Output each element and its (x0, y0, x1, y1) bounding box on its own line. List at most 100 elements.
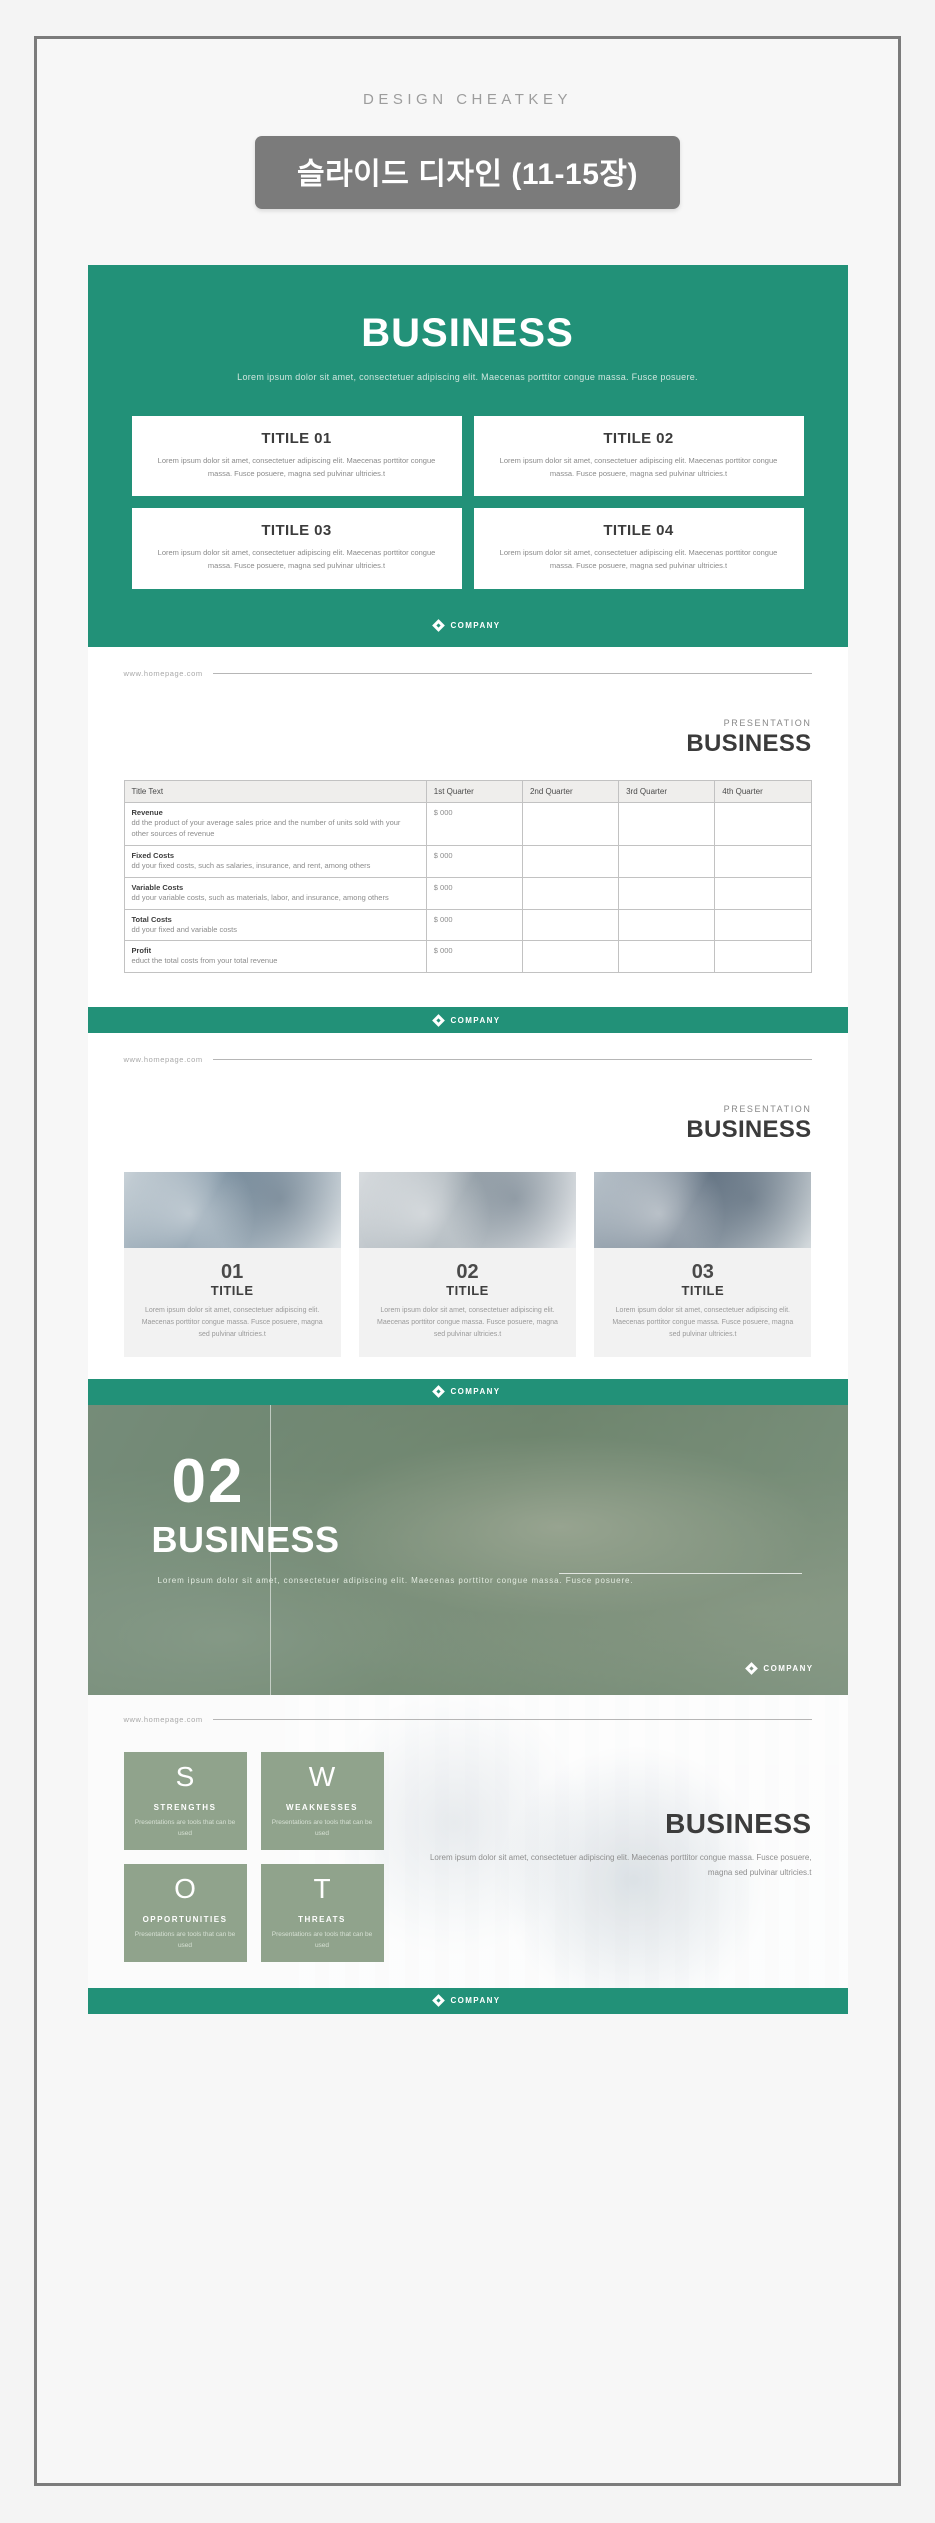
cover-title: BUSINESS (361, 311, 574, 355)
slides-stack: BUSINESS Lorem ipsum dolor sit amet, con… (87, 265, 848, 2014)
photo-number: 01 (221, 1261, 244, 1284)
cell-q4[interactable] (714, 940, 812, 974)
url-row: www.homepage.com (88, 1715, 848, 1724)
swot-desc: Presentations are tools that can be used (134, 1930, 236, 1949)
slide-section-divider[interactable]: 02 BUSINESS Lorem ipsum dolor sit amet, … (87, 1404, 848, 1695)
photo-number: 03 (691, 1261, 714, 1284)
photo-card[interactable]: 02 TITILE Lorem ipsum dolor sit amet, co… (358, 1172, 577, 1357)
swot-box-strengths[interactable]: S STRENGTHS Presentations are tools that… (123, 1751, 247, 1850)
table-row[interactable]: Profit educt the total costs from your t… (123, 940, 812, 974)
homepage-url: www.homepage.com (123, 1714, 203, 1724)
photo-grid: 01 TITILE Lorem ipsum dolor sit amet, co… (88, 1144, 848, 1357)
photo-card[interactable]: 01 TITILE Lorem ipsum dolor sit amet, co… (123, 1172, 341, 1357)
diamond-icon (432, 1994, 446, 2008)
photos-heading: PRESENTATION BUSINESS (88, 1064, 848, 1144)
cover-card[interactable]: TITILE 04 Lorem ipsum dolor sit amet, co… (473, 508, 804, 589)
photo-caption: 03 TITILE Lorem ipsum dolor sit amet, co… (594, 1248, 811, 1357)
th-title-text: Title Text (123, 780, 427, 803)
cover-card-title: TITILE 04 (603, 522, 674, 540)
slide-photo-cards[interactable]: www.homepage.com PRESENTATION BUSINESS 0… (87, 1033, 848, 1405)
cover-card-title: TITILE 02 (603, 429, 674, 447)
section-number: 02 (171, 1446, 245, 1516)
slide-footer-bar: COMPANY (87, 1987, 848, 2014)
row-label-cell: Profit educt the total costs from your t… (123, 940, 427, 974)
th-q3: 3rd Quarter (618, 780, 716, 803)
section-text-block: 02 BUSINESS Lorem ipsum dolor sit amet, … (88, 1405, 848, 1588)
cover-card-grid: TITILE 01 Lorem ipsum dolor sit amet, co… (88, 415, 848, 589)
cell-q2[interactable] (521, 802, 620, 846)
section-title: BUSINESS (151, 1518, 340, 1560)
photo-card[interactable]: 03 TITILE Lorem ipsum dolor sit amet, co… (594, 1172, 812, 1357)
cell-q1[interactable]: $ 000 (425, 802, 523, 846)
cover-card-body: Lorem ipsum dolor sit amet, consectetuer… (499, 548, 778, 570)
cell-q1[interactable]: $ 000 (425, 940, 523, 974)
th-q4: 4th Quarter (714, 780, 812, 803)
table-header-row: Title Text 1st Quarter 2nd Quarter 3rd Q… (123, 780, 812, 803)
cell-q4[interactable] (714, 908, 812, 942)
cell-q4[interactable] (714, 802, 812, 846)
photo-title: TITILE (210, 1283, 254, 1299)
swot-box-opportunities[interactable]: O OPPORTUNITIES Presentations are tools … (123, 1863, 247, 1962)
row-desc: educt the total costs from your total re… (131, 956, 278, 966)
swot-desc: Presentations are tools that can be used (271, 1930, 373, 1949)
diamond-icon (432, 1013, 446, 1027)
th-q1: 1st Quarter (425, 780, 523, 803)
row-name: Total Costs (131, 914, 172, 924)
cell-q2[interactable] (521, 940, 620, 974)
cell-q3[interactable] (618, 908, 716, 942)
photo-body: Lorem ipsum dolor sit amet, consectetuer… (612, 1307, 794, 1339)
swot-box-weaknesses[interactable]: W WEAKNESSES Presentations are tools tha… (260, 1751, 384, 1850)
photo-caption: 01 TITILE Lorem ipsum dolor sit amet, co… (124, 1248, 341, 1357)
slide-table[interactable]: www.homepage.com PRESENTATION BUSINESS T… (87, 647, 848, 1034)
slide-cover[interactable]: BUSINESS Lorem ipsum dolor sit amet, con… (87, 265, 848, 647)
cell-q3[interactable] (618, 876, 716, 910)
table-body: Revenue dd the product of your average s… (123, 802, 812, 974)
swot-layout: S STRENGTHS Presentations are tools that… (88, 1724, 848, 1962)
swot-letter: S (175, 1760, 195, 1792)
row-desc: dd your fixed and variable costs (131, 924, 237, 934)
swot-desc: Presentations are tools that can be used (134, 1818, 236, 1837)
cell-q2[interactable] (521, 908, 620, 942)
row-name: Profit (131, 946, 152, 956)
table-row[interactable]: Revenue dd the product of your average s… (123, 802, 812, 846)
cover-card[interactable]: TITILE 01 Lorem ipsum dolor sit amet, co… (131, 415, 462, 497)
cell-q2[interactable] (521, 844, 620, 878)
row-name: Revenue (131, 808, 163, 817)
table-heading: PRESENTATION BUSINESS (88, 678, 848, 758)
cell-q2[interactable] (521, 876, 620, 910)
photo-number: 02 (456, 1261, 479, 1284)
swot-letter: T (313, 1872, 331, 1904)
cell-q4[interactable] (714, 876, 812, 910)
url-rule (212, 673, 812, 674)
slide-swot[interactable]: www.homepage.com S STRENGTHS Presentatio… (87, 1694, 848, 2014)
homepage-url: www.homepage.com (123, 669, 203, 678)
swot-box-threats[interactable]: T THREATS Presentations are tools that c… (260, 1863, 384, 1962)
cell-q1[interactable]: $ 000 (425, 908, 523, 942)
diamond-icon (432, 1385, 446, 1399)
swot-name: WEAKNESSES (286, 1802, 358, 1812)
cover-card[interactable]: TITILE 02 Lorem ipsum dolor sit amet, co… (473, 415, 804, 497)
cell-q3[interactable] (618, 940, 716, 974)
cover-card-title: TITILE 01 (261, 429, 332, 447)
company-label: COMPANY (450, 1996, 501, 2006)
table-row[interactable]: Variable Costs dd your variable costs, s… (123, 876, 812, 910)
presentation-title: BUSINESS (686, 1116, 812, 1144)
photo-title: TITILE (681, 1283, 725, 1299)
cell-q4[interactable] (714, 844, 812, 878)
table-row[interactable]: Total Costs dd your fixed and variable c… (123, 908, 812, 942)
photo-body: Lorem ipsum dolor sit amet, consectetuer… (377, 1307, 558, 1339)
cell-q3[interactable] (618, 802, 716, 846)
swot-grid: S STRENGTHS Presentations are tools that… (123, 1751, 384, 1962)
section-company-mark: COMPANY (745, 1662, 813, 1675)
table-row[interactable]: Fixed Costs dd your fixed costs, such as… (123, 844, 812, 878)
cell-q1[interactable]: $ 000 (425, 876, 523, 910)
url-rule (212, 1059, 812, 1061)
cell-q3[interactable] (618, 844, 716, 878)
cell-q1[interactable]: $ 000 (425, 844, 523, 878)
poster-frame: DESIGN CHEATKEY 슬라이드 디자인 (11-15장) BUSINE… (34, 36, 901, 2486)
swot-title: BUSINESS (665, 1807, 812, 1839)
section-subtitle: Lorem ipsum dolor sit amet, consectetuer… (157, 1575, 634, 1585)
url-rule (212, 1718, 812, 1720)
swot-name: OPPORTUNITIES (142, 1914, 228, 1924)
cover-card[interactable]: TITILE 03 Lorem ipsum dolor sit amet, co… (131, 508, 462, 589)
